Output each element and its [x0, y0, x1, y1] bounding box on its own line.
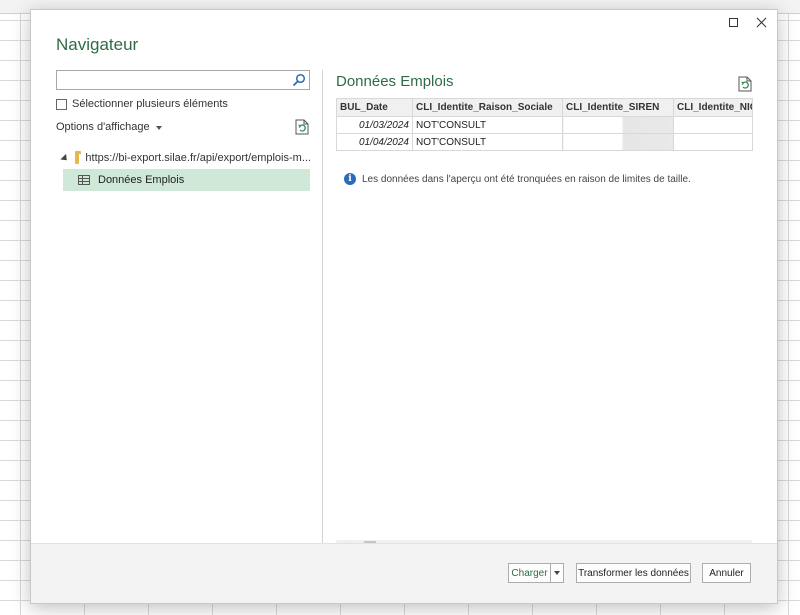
display-options-label: Options d'affichage [56, 121, 150, 133]
table-header-row: BUL_Date CLI_Identite_Raison_Sociale CLI… [336, 98, 753, 117]
search-box [56, 70, 310, 90]
search-icon[interactable] [292, 73, 306, 87]
table-cell-redacted [562, 116, 674, 134]
table-cell: 01/04/2024 [336, 133, 413, 151]
table-label: Données Emplois [98, 174, 185, 186]
search-input[interactable] [57, 71, 287, 89]
load-button[interactable]: Charger [508, 563, 551, 583]
preview-pane: Données Emplois BUL_Date CLI_Identite_Ra… [336, 70, 753, 554]
transform-data-button[interactable]: Transformer les données [576, 563, 691, 583]
info-icon: i [344, 173, 356, 185]
left-pane: Sélectionner plusieurs éléments Options … [56, 70, 311, 550]
caret-down-icon [155, 125, 162, 130]
maximize-icon [728, 17, 738, 27]
close-button[interactable] [753, 14, 769, 30]
truncation-notice: i Les données dans l'aperçu ont été tron… [344, 173, 691, 185]
column-header[interactable]: CLI_Identite_Raison_Sociale [412, 98, 563, 117]
close-icon [756, 17, 767, 28]
multi-select-checkbox[interactable] [56, 98, 67, 110]
table-cell: NOT'CONSULT [412, 133, 563, 151]
refresh-icon[interactable] [295, 119, 309, 135]
column-header[interactable]: CLI_Identite_NIC [673, 98, 753, 117]
table-icon [78, 175, 90, 185]
preview-table: BUL_Date CLI_Identite_Raison_Sociale CLI… [336, 98, 753, 151]
refresh-preview-icon[interactable] [738, 76, 752, 92]
table-row: 01/03/2024 NOT'CONSULT [336, 116, 753, 134]
folder-icon [75, 150, 82, 164]
multi-select-option[interactable]: Sélectionner plusieurs éléments [56, 98, 228, 110]
display-options-dropdown[interactable]: Options d'affichage [56, 121, 162, 133]
window-controls [725, 14, 769, 30]
dialog-footer: Charger Transformer les données Annuler [31, 543, 777, 603]
table-cell-redacted [562, 133, 674, 151]
load-options-button[interactable] [550, 563, 564, 583]
caret-down-icon [554, 571, 560, 575]
column-header[interactable]: CLI_Identite_SIREN [562, 98, 674, 117]
collapse-triangle-icon[interactable] [60, 153, 70, 163]
tree-node-source[interactable]: https://bi-export.silae.fr/api/export/em… [56, 147, 311, 169]
table-cell [673, 133, 753, 151]
tree-node-donnees-emplois[interactable]: Données Emplois [63, 169, 310, 191]
column-header[interactable]: BUL_Date [336, 98, 413, 117]
source-url-label: https://bi-export.silae.fr/api/export/em… [85, 152, 311, 164]
cancel-button[interactable]: Annuler [702, 563, 751, 583]
maximize-button[interactable] [725, 14, 741, 30]
preview-title: Données Emplois [336, 73, 454, 90]
navigation-tree: https://bi-export.silae.fr/api/export/em… [56, 147, 311, 191]
table-row: 01/04/2024 NOT'CONSULT [336, 133, 753, 151]
table-cell: NOT'CONSULT [412, 116, 563, 134]
pane-divider[interactable] [322, 70, 323, 546]
dialog-title: Navigateur [56, 35, 139, 54]
truncation-notice-text: Les données dans l'aperçu ont été tronqu… [362, 173, 691, 185]
table-cell [673, 116, 753, 134]
navigator-dialog: Navigateur Sélectionner plusieurs élémen… [30, 9, 778, 604]
table-cell: 01/03/2024 [336, 116, 413, 134]
multi-select-label: Sélectionner plusieurs éléments [72, 98, 228, 110]
